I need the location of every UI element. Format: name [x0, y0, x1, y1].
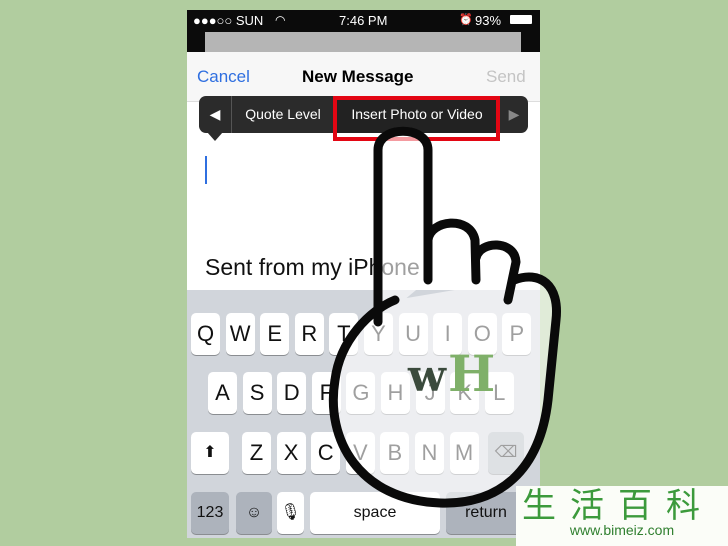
logo-h: H — [448, 344, 495, 403]
logo-w: w — [407, 351, 447, 402]
watermark: 生活百科 www.bimeiz.com — [516, 486, 728, 546]
pointing-hand-icon: w H — [328, 126, 561, 508]
watermark-chars: 生活百科 — [522, 487, 714, 525]
